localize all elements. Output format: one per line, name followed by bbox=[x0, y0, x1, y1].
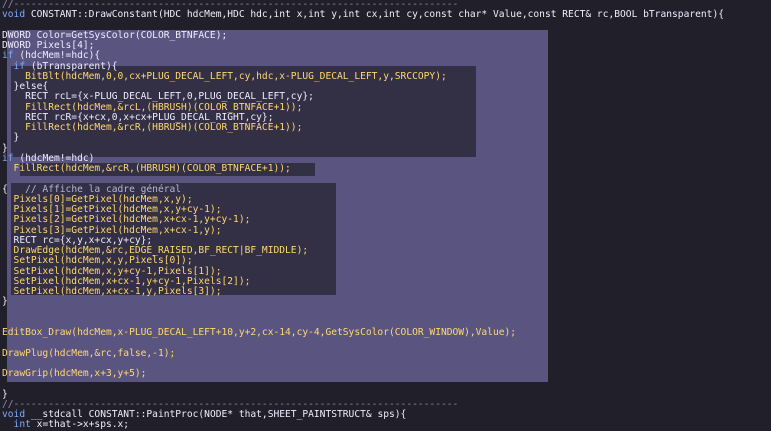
code-line[interactable]: int x=that->x+sps.x; bbox=[2, 419, 130, 431]
code-token: FillRect(hdcMem,&rcR,(HBRUSH)(COLOR_BTNF… bbox=[2, 163, 291, 174]
code-line[interactable]: } bbox=[2, 297, 8, 307]
code-line[interactable]: FillRect(hdcMem,&rcR,(HBRUSH)(COLOR_BTNF… bbox=[2, 163, 291, 174]
code-token: x=that->x+sps.x; bbox=[30, 419, 130, 431]
code-token: int bbox=[2, 419, 31, 431]
code-token: } bbox=[2, 296, 8, 308]
code-line[interactable]: EditBox_Draw(hdcMem,x-PLUG_DECAL_LEFT+10… bbox=[2, 327, 517, 338]
code-line[interactable]: DrawGrip(hdcMem,x+3,y+5); bbox=[2, 368, 147, 379]
code-token: DrawPlug(hdcMem,&rc,false,-1); bbox=[2, 347, 176, 359]
code-line[interactable]: void CONSTANT::DrawConstant(HDC hdcMem,H… bbox=[2, 10, 724, 20]
code-token: CONSTANT::DrawConstant(HDC hdcMem,HDC hd… bbox=[25, 9, 724, 21]
code-token: EditBox_Draw(hdcMem,x-PLUG_DECAL_LEFT+10… bbox=[2, 327, 517, 338]
code-token: void bbox=[2, 9, 26, 21]
code-token: SetPixel(hdcMem,x+cx-1,y,Pixels[3]); bbox=[2, 286, 222, 297]
code-token: BitBlt(hdcMem,0,0,cx+PLUG_DECAL_LEFT,cy,… bbox=[2, 70, 447, 82]
code-token: DrawGrip(hdcMem,x+3,y+5); bbox=[2, 368, 147, 379]
code-line[interactable]: DrawPlug(hdcMem,&rc,false,-1); bbox=[2, 347, 176, 359]
code-line[interactable]: SetPixel(hdcMem,x+cx-1,y,Pixels[3]); bbox=[2, 286, 222, 297]
code-line[interactable]: FillRect(hdcMem,&rcR,(HBRUSH)(COLOR_BTNF… bbox=[2, 122, 303, 133]
code-line[interactable]: BitBlt(hdcMem,0,0,cx+PLUG_DECAL_LEFT,cy,… bbox=[2, 70, 447, 82]
code-token: FillRect(hdcMem,&rcR,(HBRUSH)(COLOR_BTNF… bbox=[2, 122, 303, 133]
code-editor[interactable]: //--------------------------------------… bbox=[0, 0, 771, 430]
